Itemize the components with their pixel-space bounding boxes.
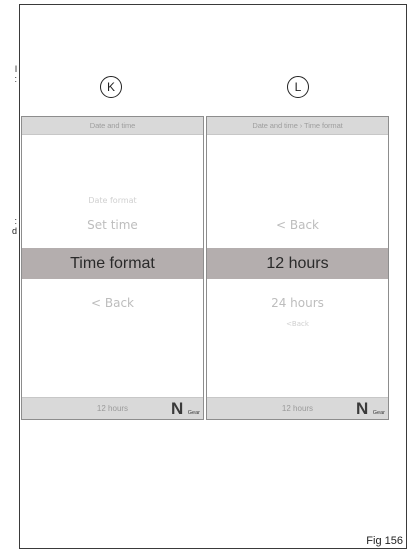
menu-item-24-hours[interactable]: 24 hours	[207, 296, 388, 310]
gear-indicator: N Gear	[356, 400, 385, 418]
screen-footer: 12 hours N Gear	[207, 397, 388, 419]
screen-header: Date and time › Time format	[207, 117, 388, 135]
menu-item-12-hours-selected[interactable]: 12 hours	[207, 248, 388, 279]
menu-item-back[interactable]: < Back	[207, 218, 388, 232]
marker-l: L	[287, 76, 309, 98]
display-screen-l: Date and time › Time format < Back 12 ho…	[206, 116, 389, 420]
gear-label: Gear	[372, 410, 385, 416]
menu-item-time-format-selected[interactable]: Time format	[22, 248, 203, 279]
menu-item-back[interactable]: < Back	[22, 296, 203, 310]
margin-note-mid: : d	[11, 216, 17, 236]
figure-label: Fig 156	[366, 535, 403, 547]
margin-note-top: l :	[14, 64, 17, 84]
gear-label: Gear	[187, 410, 200, 416]
marker-k: K	[100, 76, 122, 98]
menu-item-set-time[interactable]: Set time	[22, 218, 203, 232]
display-screen-k: Date and time Date format Set time Time …	[21, 116, 204, 420]
menu-item-date-format[interactable]: Date format	[22, 196, 203, 205]
gear-letter: N	[356, 399, 369, 418]
gear-indicator: N Gear	[171, 400, 200, 418]
screen-header: Date and time	[22, 117, 203, 135]
menu-item-back-faded[interactable]: <Back	[207, 320, 388, 328]
screen-footer: 12 hours N Gear	[22, 397, 203, 419]
gear-letter: N	[171, 399, 184, 418]
